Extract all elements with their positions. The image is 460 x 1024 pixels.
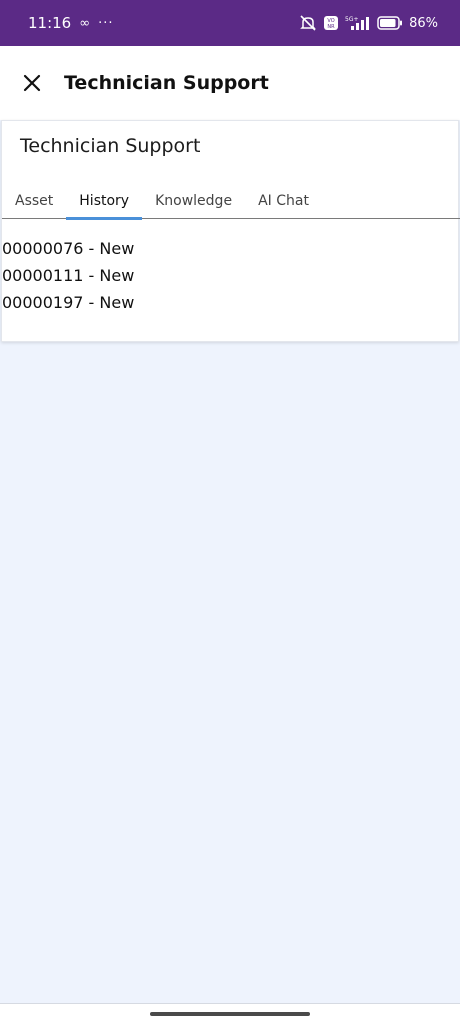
- close-icon: [23, 74, 41, 92]
- status-right: VO NR 5G+ 86%: [299, 15, 438, 31]
- history-list: 00000076 - New 00000111 - New 00000197 -…: [2, 235, 460, 316]
- tab-bar: Asset History Knowledge AI Chat: [2, 183, 460, 220]
- svg-text:NR: NR: [327, 24, 335, 30]
- tab-history[interactable]: History: [66, 183, 142, 220]
- card-title: Technician Support: [20, 135, 201, 157]
- loop-icon: ∞: [79, 15, 91, 31]
- close-button[interactable]: [10, 61, 54, 105]
- signal-icon: 5G+: [345, 15, 371, 31]
- clock: 11:16: [28, 14, 72, 32]
- status-left: 11:16 ∞ ···: [28, 14, 113, 32]
- page-title: Technician Support: [64, 72, 269, 94]
- volte-icon: VO NR: [323, 15, 339, 31]
- home-indicator[interactable]: [150, 1012, 310, 1016]
- tab-ai-chat[interactable]: AI Chat: [245, 183, 322, 219]
- list-item[interactable]: 00000076 - New: [2, 235, 460, 262]
- battery-icon: [377, 16, 403, 30]
- battery-percent: 86%: [409, 15, 438, 31]
- more-notifications-icon: ···: [98, 15, 114, 31]
- app-header: Technician Support: [0, 46, 460, 120]
- list-item[interactable]: 00000111 - New: [2, 262, 460, 289]
- tab-asset[interactable]: Asset: [2, 183, 66, 219]
- tab-knowledge[interactable]: Knowledge: [142, 183, 245, 219]
- support-card: Technician Support Asset History Knowled…: [1, 120, 460, 342]
- list-item[interactable]: 00000197 - New: [2, 289, 460, 316]
- mute-icon: [299, 15, 317, 31]
- network-label: 5G+: [345, 16, 359, 23]
- status-bar: 11:16 ∞ ··· VO NR 5G+ 86%: [0, 0, 460, 46]
